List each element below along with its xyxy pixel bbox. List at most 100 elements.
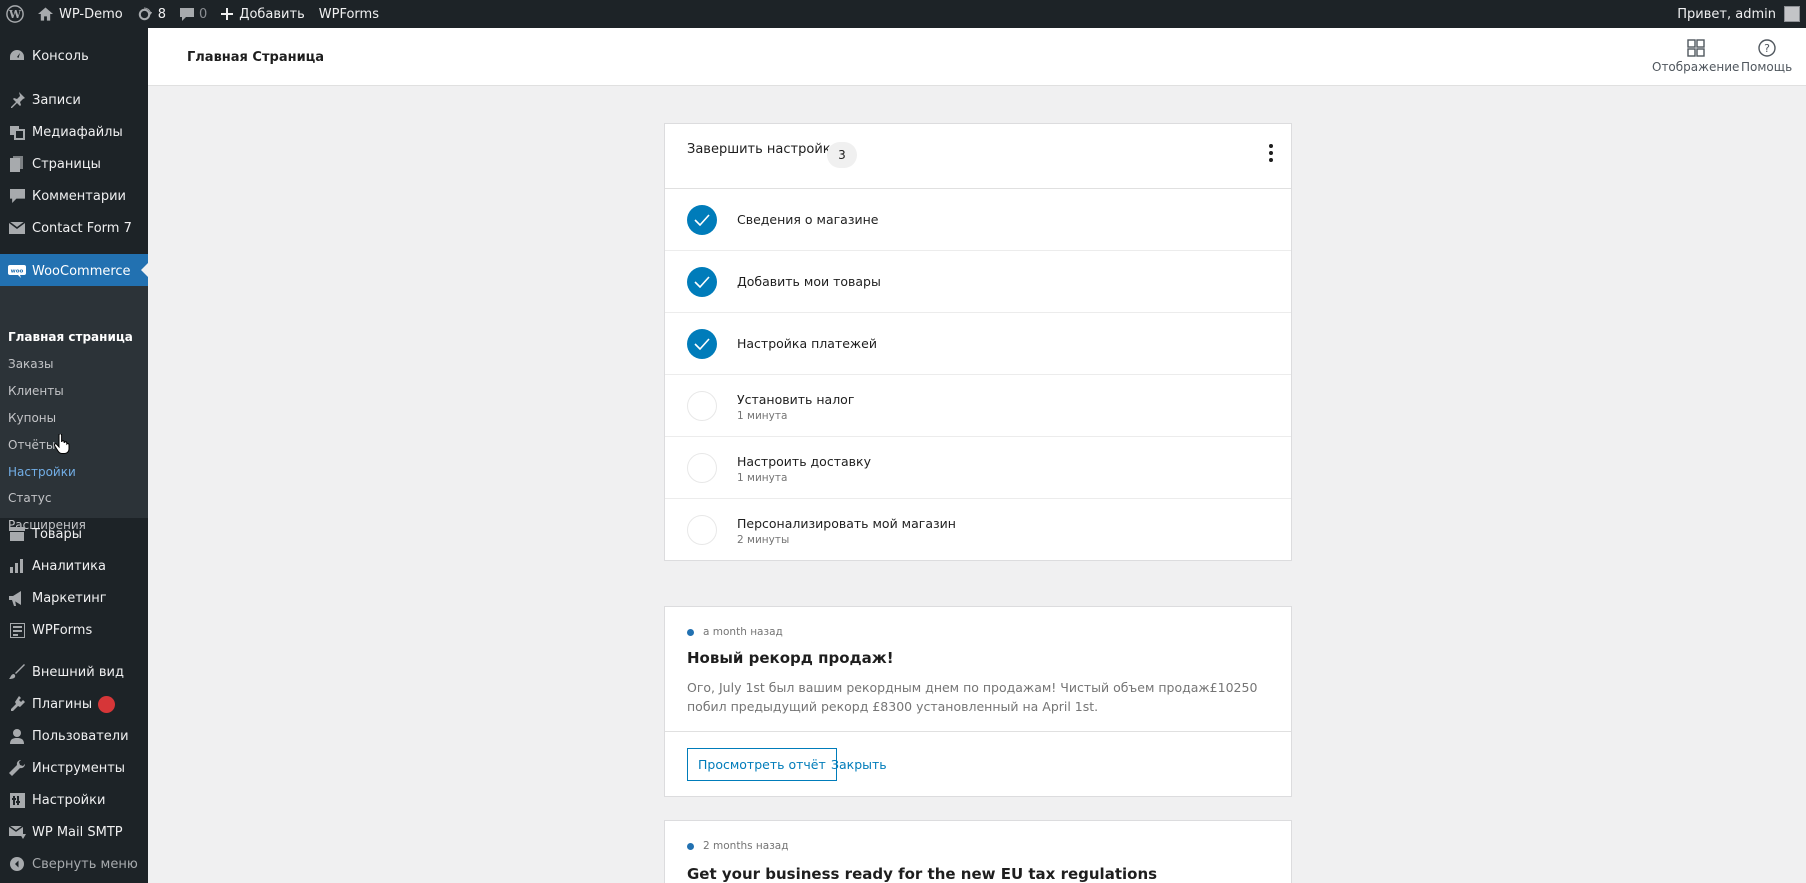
svg-text:woo: woo (11, 268, 24, 274)
page-title: Главная Страница (187, 50, 325, 65)
wrench-icon (6, 760, 28, 776)
greeting-text: Привет, admin (1677, 6, 1776, 22)
display-options-label: Отображение (1652, 60, 1740, 74)
setup-card-header: Завершить настройку 3 (665, 124, 1291, 189)
submenu-item-orders[interactable]: Заказы (8, 357, 54, 371)
form-icon (6, 622, 28, 638)
users-icon (6, 728, 28, 744)
plugins-update-badge (98, 695, 116, 713)
sidebar-item-label: Комментарии (32, 188, 126, 204)
setup-title: Завершить настройку (687, 142, 839, 157)
home-icon (38, 7, 53, 21)
svg-text:W: W (8, 8, 22, 21)
task-title: Настроить доставку (737, 454, 871, 469)
sidebar-item-users[interactable]: Пользователи (0, 720, 148, 752)
more-options-icon[interactable] (1269, 144, 1273, 162)
submenu-item-coupons[interactable]: Купоны (8, 411, 56, 425)
woo-icon: woo (6, 264, 28, 278)
updates-link[interactable]: 8 (130, 0, 173, 28)
sidebar-item-comments[interactable]: Комментарии (0, 180, 148, 212)
comments-icon (6, 189, 28, 203)
add-new-label: Добавить (239, 6, 305, 22)
submenu-item-settings[interactable]: Настройки (8, 465, 76, 479)
sidebar-item-label: Медиафайлы (32, 124, 123, 140)
dismiss-link[interactable]: Закрыть (831, 757, 887, 772)
sidebar-item-label: WPForms (32, 622, 93, 638)
admin-bar: W WP-Demo 8 0 Добавить WPForms Привет, a… (0, 0, 1806, 28)
task-store-details[interactable]: Сведения о магазине (665, 189, 1291, 251)
mail-smtp-icon (6, 825, 28, 839)
pending-circle-icon (687, 515, 717, 545)
help-button[interactable]: ? Помощь (1741, 39, 1792, 74)
sidebar-item-label: Настройки (32, 792, 106, 808)
sidebar-item-label: Записи (32, 92, 81, 108)
settings-icon (6, 792, 28, 808)
add-new-link[interactable]: Добавить (214, 0, 311, 28)
wordpress-icon: W (6, 5, 24, 23)
sidebar-item-media[interactable]: Медиафайлы (0, 116, 148, 148)
sidebar-item-label: WooCommerce (32, 263, 131, 279)
note-time: 2 months назад (703, 840, 789, 852)
brush-icon (6, 664, 28, 680)
task-add-products[interactable]: Добавить мои товары (665, 251, 1291, 313)
pages-icon (6, 156, 28, 172)
wp-logo-button[interactable]: W (0, 0, 31, 28)
view-report-button[interactable]: Просмотреть отчёт (687, 748, 837, 781)
sidebar-item-wp-mail-smtp[interactable]: WP Mail SMTP (0, 816, 148, 848)
sidebar-item-products[interactable]: Товары (0, 518, 148, 550)
task-payments[interactable]: Настройка платежей (665, 313, 1291, 375)
sidebar-item-settings[interactable]: Настройки (0, 784, 148, 816)
sidebar-item-label: Товары (32, 526, 83, 542)
wpforms-link[interactable]: WPForms (312, 0, 386, 28)
sidebar-item-dashboard[interactable]: Консоль (0, 40, 148, 72)
note-time: a month назад (703, 626, 783, 638)
task-shipping[interactable]: Настроить доставку 1 минута (665, 437, 1291, 499)
submenu-item-home[interactable]: Главная страница (8, 330, 133, 344)
collapse-menu-button[interactable]: Свернуть меню (0, 848, 148, 880)
task-time: 1 минута (737, 472, 788, 484)
sidebar-item-analytics[interactable]: Аналитика (0, 550, 148, 582)
chart-icon (6, 559, 28, 573)
site-name-link[interactable]: WP-Demo (31, 0, 130, 28)
sidebar-item-label: Инструменты (32, 760, 126, 776)
my-account[interactable]: Привет, admin (1677, 0, 1800, 28)
check-icon (687, 205, 717, 235)
page-header: Главная Страница Отображение ? Помощь (148, 28, 1806, 86)
display-options-button[interactable]: Отображение (1652, 39, 1739, 74)
plus-icon (221, 8, 234, 20)
sidebar-item-contact-form-7[interactable]: Contact Form 7 (0, 212, 148, 244)
task-title: Персонализировать мой магазин (737, 516, 956, 531)
wpforms-label: WPForms (318, 6, 379, 22)
submenu-item-customers[interactable]: Клиенты (8, 384, 64, 398)
task-title: Установить налог (737, 392, 855, 407)
sidebar-item-label: Страницы (32, 156, 101, 172)
note-body: Ого, July 1st был вашим рекордным днем п… (687, 680, 1258, 714)
sidebar-item-woocommerce[interactable]: woo WooCommerce (0, 254, 148, 288)
sidebar-item-posts[interactable]: Записи (0, 84, 148, 116)
sidebar-item-pages[interactable]: Страницы (0, 148, 148, 180)
task-time: 2 минуты (737, 534, 790, 546)
admin-sidebar: Консоль Записи Медиафайлы Страницы Комме… (0, 28, 148, 883)
check-icon (687, 267, 717, 297)
sidebar-item-wpforms[interactable]: WPForms (0, 614, 148, 646)
unread-dot-icon (687, 842, 694, 850)
sidebar-item-marketing[interactable]: Маркетинг (0, 582, 148, 614)
sidebar-item-label: Внешний вид (32, 664, 124, 680)
pin-icon (6, 92, 28, 108)
check-icon (687, 329, 717, 359)
comments-link[interactable]: 0 (173, 0, 214, 28)
avatar (1784, 6, 1800, 22)
pending-circle-icon (687, 391, 717, 421)
sidebar-item-label: Плагины (32, 696, 93, 712)
note-title: Get your business ready for the new EU t… (687, 865, 1158, 883)
sidebar-item-tools[interactable]: Инструменты (0, 752, 148, 784)
sidebar-item-plugins[interactable]: Плагины (0, 688, 148, 720)
note-meta: 2 months назад (687, 840, 788, 852)
sidebar-item-appearance[interactable]: Внешний вид (0, 656, 148, 688)
sidebar-item-label: WP Mail SMTP (32, 824, 123, 840)
submenu-item-status[interactable]: Статус (8, 491, 51, 505)
mail-icon (6, 222, 28, 234)
submenu-item-reports[interactable]: Отчёты (8, 438, 55, 452)
task-tax[interactable]: Установить налог 1 минута (665, 375, 1291, 437)
task-personalize[interactable]: Персонализировать мой магазин 2 минуты (665, 499, 1291, 561)
